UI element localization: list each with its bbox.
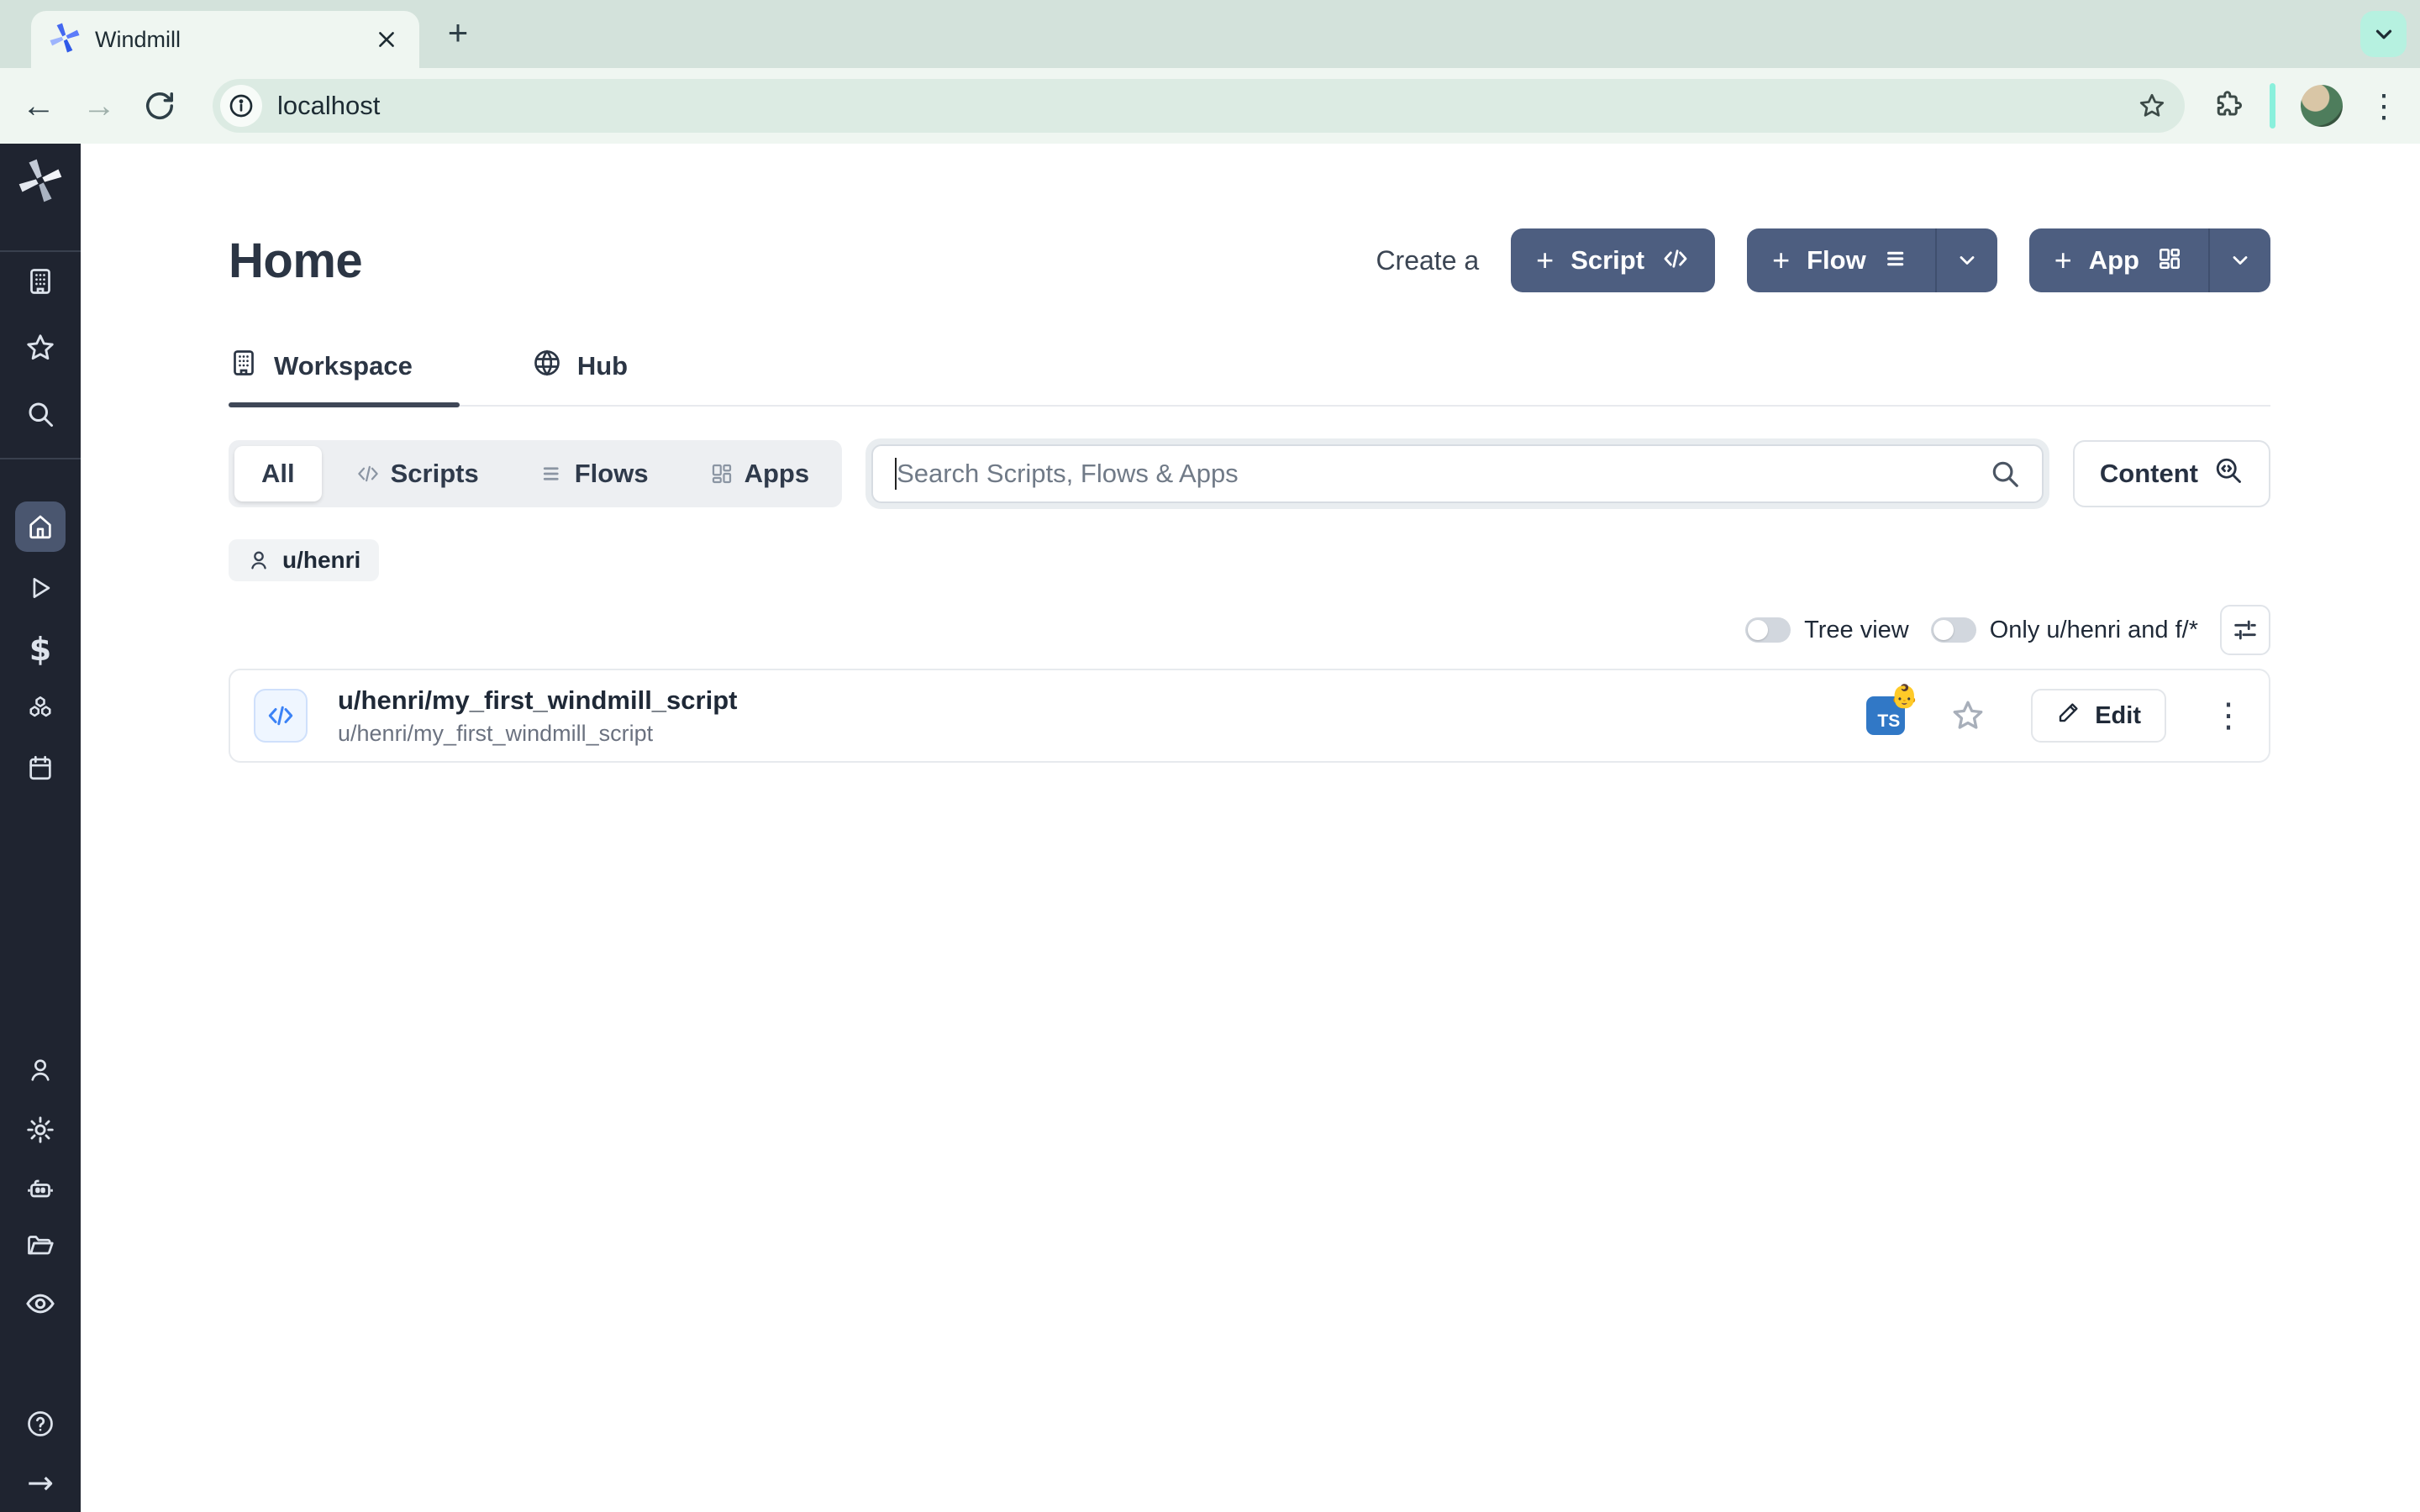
main-panel: Home Create a + Script xyxy=(81,144,2420,1512)
plus-icon: + xyxy=(1536,245,1554,276)
tab-title: Windmill xyxy=(95,27,357,53)
item-title: u/henri/my_first_windmill_script xyxy=(338,685,737,716)
sidebar-item-folders[interactable] xyxy=(25,1231,55,1261)
list-settings-button[interactable] xyxy=(2220,605,2270,655)
sidebar-item-users[interactable] xyxy=(26,1056,55,1084)
create-app-button[interactable]: + App xyxy=(2029,228,2270,292)
workspace-hub-tabs: Workspace Hub xyxy=(229,348,2270,407)
sidebar-expand-arrow[interactable]: → xyxy=(27,1464,54,1501)
script-code-icon xyxy=(254,689,308,743)
sidebar-item-variables[interactable]: $ xyxy=(29,631,51,668)
create-a-label: Create a xyxy=(1376,245,1479,276)
tab-hub[interactable]: Hub xyxy=(532,348,628,405)
site-info-icon[interactable] xyxy=(220,85,262,127)
browser-tabstrip: Windmill + xyxy=(0,0,2420,68)
item-path: u/henri/my_first_windmill_script xyxy=(338,721,737,747)
layout-grid-icon xyxy=(2156,245,2183,276)
tree-view-toggle-group: Tree view xyxy=(1745,617,1909,644)
search-code-icon xyxy=(2213,455,2244,492)
browser-profile-avatar[interactable] xyxy=(2301,85,2343,127)
plus-icon: + xyxy=(2054,245,2072,276)
sidebar-item-schedules[interactable] xyxy=(26,753,55,782)
tab-close-icon[interactable] xyxy=(372,25,401,54)
baby-emoji-badge: 👶 xyxy=(1891,683,1919,710)
search-icon xyxy=(1989,458,2021,490)
search-wrapper xyxy=(865,438,2049,509)
building-icon xyxy=(229,348,259,385)
bookmark-star-icon[interactable] xyxy=(2138,92,2166,120)
browser-toolbar: ← → localhost ⋮ xyxy=(0,68,2420,144)
sidebar-item-search[interactable] xyxy=(25,399,55,429)
only-owner-toggle-group: Only u/henri and f/* xyxy=(1931,617,2198,644)
tree-view-toggle[interactable] xyxy=(1745,617,1791,643)
app-sidebar: $ → xyxy=(0,144,81,1512)
back-button[interactable]: ← xyxy=(15,68,62,144)
sidebar-item-favorites[interactable] xyxy=(24,332,56,364)
create-script-button[interactable]: + Script xyxy=(1511,228,1715,292)
sidebar-item-audit-logs[interactable] xyxy=(24,1288,56,1320)
sidebar-item-home[interactable] xyxy=(15,501,66,552)
forward-button[interactable]: → xyxy=(76,68,123,144)
flow-lines-icon xyxy=(539,461,565,486)
typescript-badge: TS 👶 xyxy=(1866,696,1905,735)
extensions-puzzle-icon[interactable] xyxy=(2214,89,2244,123)
plus-icon: + xyxy=(1772,245,1790,276)
browser-menu-icon[interactable]: ⋮ xyxy=(2368,87,2400,125)
sidebar-item-settings[interactable] xyxy=(25,1115,55,1145)
toolbar-separator xyxy=(2270,83,2275,129)
sidebar-item-resources[interactable] xyxy=(25,693,55,723)
edit-button[interactable]: Edit xyxy=(2031,689,2166,743)
favorite-star-icon[interactable] xyxy=(1950,698,1986,733)
filter-scripts[interactable]: Scripts xyxy=(329,446,506,501)
app-dropdown-chevron[interactable] xyxy=(2210,249,2270,272)
script-list-item[interactable]: u/henri/my_first_windmill_script u/henri… xyxy=(229,669,2270,763)
browser-tab[interactable]: Windmill xyxy=(31,11,419,68)
text-caret xyxy=(895,458,897,490)
pencil-icon xyxy=(2056,700,2081,732)
url-text[interactable]: localhost xyxy=(277,91,2138,121)
sidebar-divider xyxy=(0,458,81,459)
sidebar-item-runs[interactable] xyxy=(26,574,55,602)
owner-chip[interactable]: u/henri xyxy=(229,539,379,581)
tab-workspace[interactable]: Workspace xyxy=(229,348,460,405)
layout-grid-icon xyxy=(709,461,734,486)
kind-filter-pills: All Scripts Flows xyxy=(229,440,842,507)
create-flow-button[interactable]: + Flow xyxy=(1747,228,1997,292)
filter-apps[interactable]: Apps xyxy=(682,446,837,501)
url-bar[interactable]: localhost xyxy=(213,79,2185,133)
user-icon xyxy=(247,549,271,572)
sidebar-item-workers[interactable] xyxy=(25,1173,55,1204)
sidebar-item-workspace[interactable] xyxy=(25,266,55,297)
new-tab-button[interactable]: + xyxy=(437,13,479,55)
item-menu-icon[interactable]: ⋮ xyxy=(2212,699,2245,732)
sidebar-item-help[interactable] xyxy=(25,1409,55,1439)
content-search-button[interactable]: Content xyxy=(2073,440,2270,507)
reload-button[interactable] xyxy=(136,68,183,144)
windmill-logo[interactable] xyxy=(18,159,62,202)
flow-dropdown-chevron[interactable] xyxy=(1937,249,1997,272)
filter-flows[interactable]: Flows xyxy=(513,446,676,501)
flow-lines-icon xyxy=(1883,245,1910,276)
code-icon xyxy=(1661,244,1690,277)
windmill-favicon xyxy=(50,23,80,57)
page-title: Home xyxy=(229,233,362,289)
search-input[interactable] xyxy=(871,444,2044,503)
tab-search-chevron-button[interactable] xyxy=(2360,11,2407,57)
globe-icon xyxy=(532,348,562,385)
browser-chrome: Windmill + ← → localhost xyxy=(0,0,2420,144)
only-owner-toggle[interactable] xyxy=(1931,617,1976,643)
sidebar-divider xyxy=(0,250,81,252)
code-icon xyxy=(355,461,381,486)
filter-all[interactable]: All xyxy=(234,446,322,501)
